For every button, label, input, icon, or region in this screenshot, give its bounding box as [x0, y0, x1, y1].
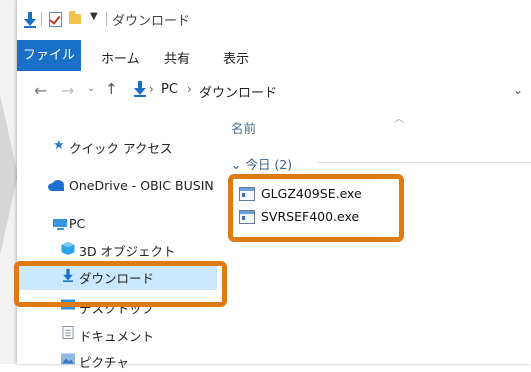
breadcrumb-downloads[interactable]: ダウンロード: [199, 82, 277, 101]
nav-item-desktop[interactable]: デスクトップ: [17, 294, 217, 318]
address-dropdown-chevron-icon[interactable]: ⌄: [513, 83, 523, 97]
breadcrumb-separator: ›: [149, 82, 154, 96]
nav-item-label: OneDrive - OBIC BUSIN: [69, 178, 214, 193]
title-bar: ▼ ダウンロード: [17, 0, 531, 38]
nav-item-label: デスクトップ: [79, 301, 155, 316]
download-arrow-icon[interactable]: [23, 12, 37, 28]
nav-item-label: 3D オブジェクト: [79, 244, 176, 259]
computer-icon: [53, 219, 67, 230]
executable-file-icon: [239, 187, 255, 201]
nav-item-onedrive[interactable]: OneDrive - OBIC BUSIN: [17, 174, 217, 198]
sort-ascending-icon: ︿: [394, 114, 404, 125]
nav-item-label: PC: [69, 216, 86, 231]
download-folder-icon: [134, 81, 146, 97]
customize-arrow-icon[interactable]: ▼: [90, 11, 98, 22]
toolbar-separator: [106, 12, 107, 26]
toolbar-separator: [41, 12, 42, 26]
recent-locations-chevron-icon[interactable]: ⌄: [87, 83, 95, 94]
window-title: ダウンロード: [112, 14, 191, 29]
star-icon: ★: [53, 138, 65, 153]
column-header-name[interactable]: 名前: [231, 118, 256, 137]
address-bar-row: ← → ⌄ ↑ › PC › ダウンロード ⌄: [17, 72, 531, 108]
folder-icon[interactable]: [69, 11, 81, 24]
tab-view[interactable]: 表示: [223, 48, 249, 67]
document-icon: [62, 326, 74, 339]
group-label: 今日 (2): [245, 157, 293, 172]
nav-item-3d-objects[interactable]: 3D オブジェクト: [17, 237, 217, 261]
nav-item-pc[interactable]: PC: [17, 212, 217, 236]
cloud-icon: [48, 180, 64, 191]
tab-share[interactable]: 共有: [164, 48, 190, 67]
ribbon-tabs: ファイル ホーム 共有 表示: [17, 40, 531, 73]
nav-item-quick-access[interactable]: ★ クイック アクセス: [17, 134, 217, 158]
file-name: GLGZ409SE.exe: [261, 186, 362, 201]
back-arrow-icon[interactable]: ←: [34, 81, 47, 100]
nav-item-pictures[interactable]: ピクチャ: [17, 348, 217, 372]
forward-arrow-icon[interactable]: →: [61, 81, 74, 100]
background-chevron: [0, 95, 18, 255]
executable-file-icon: [239, 210, 255, 224]
breadcrumb-pc[interactable]: PC: [161, 82, 178, 97]
file-name: SVRSEF400.exe: [261, 209, 360, 224]
tab-home[interactable]: ホーム: [101, 48, 140, 67]
picture-icon: [61, 353, 75, 365]
nav-item-label: ドキュメント: [79, 329, 155, 344]
nav-item-label: ダウンロード: [79, 271, 155, 286]
navigation-pane: ★ クイック アクセス OneDrive - OBIC BUSIN PC 3D …: [17, 108, 217, 370]
file-item[interactable]: GLGZ409SE.exe: [239, 184, 419, 204]
up-arrow-icon[interactable]: ↑: [105, 80, 118, 98]
nav-item-documents[interactable]: ドキュメント: [17, 322, 217, 346]
tab-file[interactable]: ファイル: [17, 40, 81, 71]
download-arrow-icon: [63, 269, 73, 282]
desktop-icon: [61, 299, 75, 310]
nav-item-label: ピクチャ: [79, 355, 129, 370]
screenshot-stage: ▼ ダウンロード ファイル ホーム 共有 表示 ← → ⌄ ↑ › PC › ダ…: [0, 0, 531, 370]
address-bar[interactable]: › PC › ダウンロード ⌄: [129, 79, 531, 101]
explorer-window: ▼ ダウンロード ファイル ホーム 共有 表示 ← → ⌄ ↑ › PC › ダ…: [17, 0, 531, 370]
nav-item-downloads[interactable]: ダウンロード: [17, 262, 217, 290]
group-header-today[interactable]: ⌄ 今日 (2): [231, 154, 292, 173]
nav-item-label: クイック アクセス: [69, 141, 173, 156]
checklist-icon[interactable]: [49, 12, 62, 27]
file-list-pane: ︿ 名前 ⌄ 今日 (2) GLGZ409SE.exe SVRSEF400.ex…: [217, 108, 531, 364]
breadcrumb-separator: ›: [187, 82, 192, 96]
cube-icon: [61, 242, 75, 255]
group-divider: [317, 162, 531, 163]
file-item[interactable]: SVRSEF400.exe: [239, 207, 419, 227]
